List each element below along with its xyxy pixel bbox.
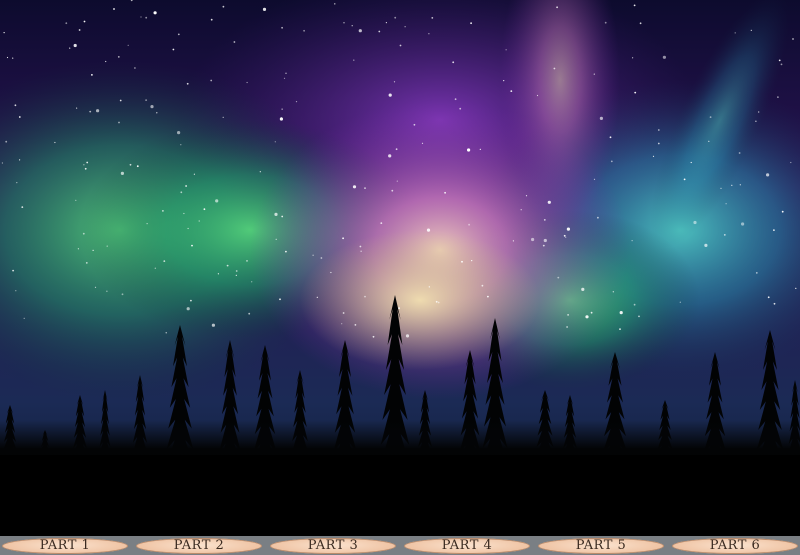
part-4-button[interactable]: PART 4 <box>404 537 530 554</box>
part-1-button[interactable]: PART 1 <box>2 537 128 554</box>
part-nav: PART 1 PART 2 PART 3 PART 4 PART 5 PART … <box>0 536 800 555</box>
part-5-button[interactable]: PART 5 <box>538 537 664 554</box>
part-6-button[interactable]: PART 6 <box>672 537 798 554</box>
part-2-button[interactable]: PART 2 <box>136 537 262 554</box>
part-3-button[interactable]: PART 3 <box>270 537 396 554</box>
aurora-forest-image <box>0 0 800 536</box>
page: PART 1 PART 2 PART 3 PART 4 PART 5 PART … <box>0 0 800 555</box>
